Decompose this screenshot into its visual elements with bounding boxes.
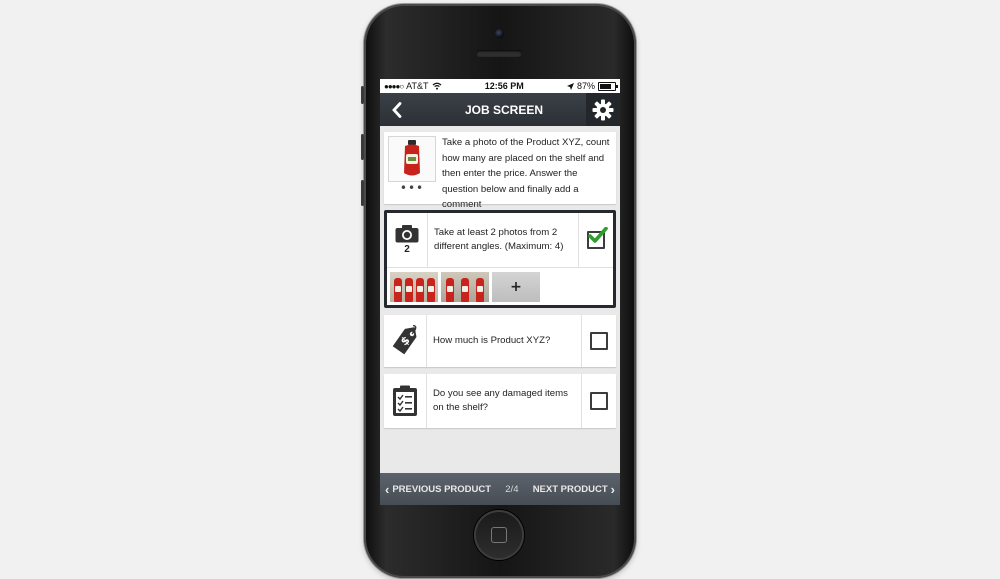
checkmark-icon [588,227,608,243]
job-content: ••• Take a photo of the Product XYZ, cou… [380,126,620,428]
wifi-icon [432,82,441,90]
chevron-left-icon: ‹ [385,481,390,497]
front-camera [495,29,504,38]
gear-icon [592,99,614,120]
clipboard-checklist-icon [393,385,417,416]
photo-task-icon-cell: 2 [387,213,428,267]
next-product-label: NEXT PRODUCT [532,483,608,495]
checkbox-unchecked [590,332,608,350]
phone-screen: ●●●●○ AT&T 12:56 PM 87% JOB SCREEN ••• T… [380,79,620,505]
price-task-text: How much is Product XYZ? [433,335,551,346]
damage-task-checkbox[interactable] [581,374,616,428]
photo-strip: + [387,268,613,305]
product-image [388,136,436,182]
add-photo-button[interactable]: + [492,271,540,302]
battery-icon [598,81,618,91]
photo-task[interactable]: 2 Take at least 2 photos from 2 differen… [384,210,616,308]
back-button[interactable] [380,93,414,126]
ketchup-bottle-icon [404,140,420,176]
page-title: JOB SCREEN [464,102,544,117]
previous-product-label: PREVIOUS PRODUCT [392,483,492,495]
settings-button[interactable] [586,93,620,126]
checkbox-checked [587,227,608,249]
status-bar: ●●●●○ AT&T 12:56 PM 87% [380,79,620,93]
instructions-text: Take a photo of the Product XYZ, count h… [442,137,610,210]
product-navigation-bar: ‹ PREVIOUS PRODUCT 2/4 NEXT PRODUCT › [380,473,620,505]
price-task[interactable]: $ How much is Product XYZ? [384,315,616,367]
carrier-label: AT&T [406,81,429,91]
previous-product-button[interactable]: ‹ PREVIOUS PRODUCT [385,482,491,497]
camera-icon [395,225,419,243]
damage-task[interactable]: Do you see any damaged items on the shel… [384,374,616,428]
photo-thumbnail[interactable] [441,271,489,302]
page-indicator: 2/4 [505,483,519,495]
mute-switch [361,86,364,104]
checkbox-unchecked [590,392,608,410]
clock: 12:56 PM [484,81,524,91]
volume-down-button [361,180,364,206]
more-options-icon[interactable]: ••• [400,182,424,194]
chevron-left-icon [392,101,402,118]
location-arrow-icon [566,82,574,90]
next-product-button[interactable]: NEXT PRODUCT › [533,482,615,497]
photo-count: 2 [404,244,410,255]
price-task-checkbox[interactable] [581,315,616,367]
product-thumbnail[interactable]: ••• [384,132,440,204]
volume-up-button [361,134,364,160]
price-task-icon-cell: $ [384,315,427,367]
photo-thumbnail[interactable] [390,271,438,302]
photo-task-checkbox[interactable] [578,213,613,267]
app-header: JOB SCREEN [380,93,620,126]
photo-task-text: Take at least 2 photos from 2 different … [434,227,564,252]
damage-task-text: Do you see any damaged items on the shel… [433,388,568,413]
job-instructions-card: ••• Take a photo of the Product XYZ, cou… [384,132,616,210]
earpiece-speaker [476,50,522,57]
chevron-right-icon: › [610,481,615,497]
damage-task-icon-cell [384,374,427,428]
home-button[interactable] [474,510,524,560]
battery-percent: 87% [576,81,595,91]
price-tag-icon: $ [392,325,417,355]
signal-strength-icon: ●●●●○ [384,81,404,91]
